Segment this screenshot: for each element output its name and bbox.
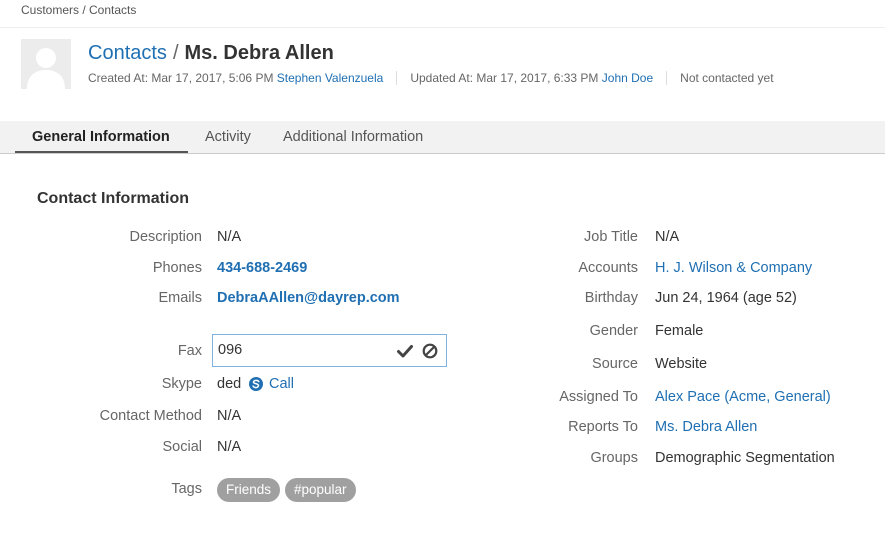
tab-bar: General Information Activity Additional … xyxy=(0,121,885,154)
cancel-circle-icon[interactable] xyxy=(421,342,439,360)
meta-divider xyxy=(396,71,398,85)
breadcrumb: Customers / Contacts xyxy=(21,3,137,17)
tag-badge[interactable]: #popular xyxy=(285,478,356,502)
record-meta: Created At: Mar 17, 2017, 5:06 PM Stephe… xyxy=(88,71,774,85)
job-title-value: N/A xyxy=(655,229,680,245)
reports-to-label: Reports To xyxy=(568,419,638,435)
email-link[interactable]: DebraAAllen@dayrep.com xyxy=(217,290,400,306)
skype-value: ded xyxy=(217,376,242,392)
source-label: Source xyxy=(592,356,638,372)
tags-label: Tags xyxy=(171,481,202,497)
tab-general-information[interactable]: General Information xyxy=(15,121,188,153)
page-title: Contacts / Ms. Debra Allen xyxy=(88,42,334,65)
created-by-link[interactable]: Stephen Valenzuela xyxy=(277,71,384,85)
top-divider xyxy=(0,27,885,28)
fax-input[interactable] xyxy=(218,342,388,358)
checkmark-icon[interactable] xyxy=(396,342,414,360)
groups-value: Demographic Segmentation xyxy=(655,450,835,466)
user-avatar-icon xyxy=(21,39,71,89)
tag-badge[interactable]: Friends xyxy=(217,478,281,502)
phone-link[interactable]: 434-688-2469 xyxy=(217,260,307,276)
emails-label: Emails xyxy=(158,290,202,306)
created-at-text: Created At: Mar 17, 2017, 5:06 PM xyxy=(88,71,274,85)
description-value: N/A xyxy=(217,229,242,245)
accounts-label: Accounts xyxy=(578,260,638,276)
tab-activity[interactable]: Activity xyxy=(205,121,251,153)
social-label: Social xyxy=(162,439,203,455)
groups-label: Groups xyxy=(590,450,638,466)
gender-label: Gender xyxy=(589,323,638,339)
contact-avatar xyxy=(21,39,71,89)
title-separator: / xyxy=(172,42,179,64)
contacts-title-link[interactable]: Contacts xyxy=(88,42,167,64)
fax-inline-editor xyxy=(212,334,447,367)
gender-value: Female xyxy=(655,323,704,339)
assigned-to-label: Assigned To xyxy=(559,389,638,405)
contact-status-text: Not contacted yet xyxy=(680,71,774,85)
assigned-to-value: Alex Pace (Acme, General) xyxy=(655,389,831,405)
account-link[interactable]: H. J. Wilson & Company xyxy=(655,260,812,276)
assigned-org-link[interactable]: Acme, General xyxy=(729,389,826,405)
contact-name: Ms. Debra Allen xyxy=(184,42,334,64)
reports-to-link[interactable]: Ms. Debra Allen xyxy=(655,419,757,435)
job-title-label: Job Title xyxy=(584,229,638,245)
skype-icon[interactable] xyxy=(248,376,264,392)
updated-by-link[interactable]: John Doe xyxy=(602,71,653,85)
meta-divider xyxy=(666,71,668,85)
source-value: Website xyxy=(655,356,708,372)
birthday-value: Jun 24, 1964 (age 52) xyxy=(655,290,797,306)
assigned-close-paren: ) xyxy=(825,389,831,405)
contact-method-label: Contact Method xyxy=(99,408,202,424)
updated-at-text: Updated At: Mar 17, 2017, 6:33 PM xyxy=(410,71,599,85)
description-label: Description xyxy=(129,229,202,245)
skype-label: Skype xyxy=(161,376,202,392)
contact-method-value: N/A xyxy=(217,408,242,424)
phones-label: Phones xyxy=(152,260,202,276)
fax-label: Fax xyxy=(177,343,202,359)
tab-additional-information[interactable]: Additional Information xyxy=(283,121,423,153)
birthday-label: Birthday xyxy=(584,290,638,306)
social-value: N/A xyxy=(217,439,242,455)
section-title: Contact Information xyxy=(37,190,189,207)
assigned-user-link[interactable]: Alex Pace xyxy=(655,389,720,405)
skype-call-link[interactable]: Call xyxy=(269,376,294,392)
